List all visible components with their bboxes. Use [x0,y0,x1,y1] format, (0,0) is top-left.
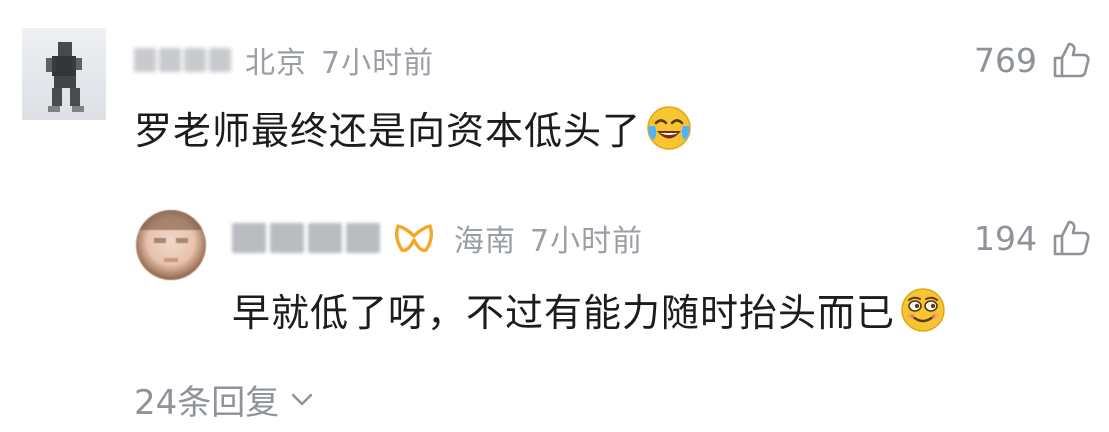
thumbs-up-icon [1053,42,1090,78]
reply-like-count: 194 [974,218,1037,258]
crying-laughing-emoji-icon [647,105,691,150]
reply-meta: 海南 7小时前 [232,216,643,260]
like-button[interactable]: 769 [974,38,1091,82]
reply-text-row: 早就低了呀，不过有能力随时抬头而已 [232,282,947,337]
chevron-down-icon [292,393,313,406]
reply-location: 海南 [454,224,516,259]
grinning-smirk-emoji-icon [901,287,945,332]
comment-meta: 北京 7小时前 [134,38,434,82]
more-replies-link[interactable]: 24条回复 [134,374,313,424]
vip-badge-icon [394,224,434,252]
username-blurred[interactable] [134,48,231,72]
reply-timestamp: 7小时前 [530,224,644,259]
more-replies-label: 24条回复 [134,382,280,423]
comment-text: 罗老师最终还是向资本低头了 [134,109,642,153]
reply-username-blurred[interactable] [232,223,380,253]
location: 北京 [245,46,307,81]
reply-text: 早就低了呀，不过有能力随时抬头而已 [232,291,896,335]
avatar[interactable] [22,28,106,120]
comment: 北京 7小时前 769 罗老师最终还是向资本低头了 [0,0,1109,190]
reply-like-button[interactable]: 194 [974,216,1091,260]
like-count: 769 [974,40,1037,80]
reply-avatar[interactable] [136,210,206,280]
timestamp: 7小时前 [321,46,435,81]
thumbs-up-icon [1053,220,1090,256]
comment-text-row: 罗老师最终还是向资本低头了 [134,100,693,155]
reply: 海南 7小时前 194 早就低了呀，不过有能力随时抬头而已 [0,200,1109,350]
